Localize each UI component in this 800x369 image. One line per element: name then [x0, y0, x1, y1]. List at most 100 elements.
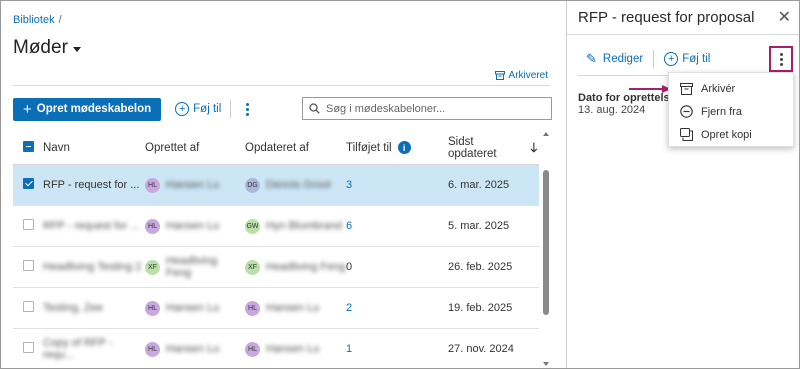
last-updated-date: 5. mar. 2025 [448, 220, 510, 232]
menu-item-label: Fjern fra [701, 105, 742, 118]
template-name[interactable]: Headliving Testing 2 [43, 261, 145, 273]
table-row[interactable]: Testing, Zee HL Hansen Lu HL Hansen Lu 2 19. f… [13, 288, 539, 329]
menu-item-remove-from[interactable]: Fjern fra [669, 100, 793, 123]
row-checkbox[interactable] [23, 178, 34, 189]
last-updated-date: 6. mar. 2025 [448, 179, 510, 191]
avatar: XF [145, 259, 160, 275]
row-checkbox[interactable] [23, 342, 34, 353]
row-checkbox[interactable] [23, 260, 34, 271]
template-name[interactable]: RFP - request for ... [43, 179, 145, 191]
added-to-count: 0 [346, 261, 353, 273]
list-toolbar: + Opret mødeskabelon + Føj til Søg i mød… [13, 97, 553, 121]
created-by-name: Headliving Feng [166, 255, 218, 279]
creation-date-value: 13. aug. 2024 [578, 104, 646, 116]
table-row[interactable]: RFP - request for ... HL Hansen Lu DG Dennis… [13, 165, 539, 206]
toolbar-divider [230, 100, 232, 118]
last-updated-date: 19. feb. 2025 [448, 302, 513, 314]
table-row[interactable]: Copy of RFP - requ... HL Hansen Lu HL Hansen… [13, 329, 539, 368]
column-header-updated-by[interactable]: Opdateret af [245, 142, 346, 154]
breadcrumb: Bibliotek / [13, 14, 62, 26]
callout-arrow-icon [629, 85, 671, 93]
creation-date-label: Dato for oprettelse [578, 92, 676, 104]
updated-by-name: Hansen Lu [266, 302, 320, 314]
avatar: HL [145, 177, 160, 193]
panel-toolbar: ✎ Rediger + Føj til [586, 48, 710, 70]
avatar: GW [245, 218, 260, 234]
avatar: XF [245, 259, 260, 275]
table-row[interactable]: RFP - request for ... HL Hansen Lu GW Hyn Bl… [13, 206, 539, 247]
table-row[interactable]: Headliving Testing 2 XF Headliving Feng XF H… [13, 247, 539, 288]
template-name[interactable]: Testing, Zee [43, 302, 145, 314]
page-title-dropdown[interactable]: Møder [13, 37, 81, 59]
plus-icon: + [23, 100, 32, 118]
created-by-name: Hansen Lu [166, 179, 220, 191]
updated-by-name: Hansen Lu [266, 343, 320, 355]
create-template-button[interactable]: + Opret mødeskabelon [13, 97, 162, 121]
sort-down-arrow-icon [530, 142, 538, 153]
templates-table: Navn Oprettet af Opdateret af Tilføjet t… [13, 131, 539, 368]
added-to-count[interactable]: 3 [346, 179, 352, 191]
template-name[interactable]: RFP - request for ... [43, 220, 145, 232]
template-name[interactable]: Copy of RFP - requ... [43, 337, 145, 361]
add-circle-icon: + [664, 52, 679, 66]
archive-icon [494, 71, 505, 80]
avatar: HL [245, 300, 260, 316]
edit-label: Rediger [602, 53, 644, 65]
add-to-label: Føj til [193, 103, 222, 115]
last-updated-date: 26. feb. 2025 [448, 261, 513, 273]
info-icon[interactable]: i [397, 141, 411, 154]
updated-by-name: Dennis Groot [266, 179, 331, 191]
added-to-count[interactable]: 1 [346, 343, 352, 355]
table-header: Navn Oprettet af Opdateret af Tilføjet t… [13, 131, 539, 165]
more-options-icon[interactable] [240, 100, 254, 118]
avatar: HL [145, 341, 160, 357]
updated-by-name: Headliving Feng [266, 261, 346, 273]
archive-icon [679, 82, 693, 96]
panel-add-to-label: Føj til [682, 53, 711, 65]
menu-item-label: Arkivér [701, 82, 736, 95]
panel-add-to-button[interactable]: + Føj til [664, 52, 710, 66]
column-header-name[interactable]: Navn [43, 142, 145, 154]
menu-item-create-copy[interactable]: Opret kopi [669, 123, 793, 146]
column-header-last-updated[interactable]: Sidst opdateret [448, 136, 538, 160]
edit-button[interactable]: ✎ Rediger [586, 51, 643, 67]
breadcrumb-separator: / [58, 14, 62, 26]
created-by-name: Hansen Lu [166, 220, 220, 232]
copy-icon [679, 128, 693, 142]
column-header-added-to[interactable]: Tilføjet til i [346, 141, 448, 154]
details-panel: RFP - request for proposal ✕ ✎ Rediger +… [566, 1, 799, 368]
row-checkbox[interactable] [23, 219, 34, 230]
header-divider [13, 85, 550, 86]
row-checkbox[interactable] [23, 301, 34, 312]
avatar: DG [245, 177, 260, 193]
close-icon[interactable]: ✕ [778, 7, 791, 27]
column-header-created-by[interactable]: Oprettet af [145, 142, 245, 154]
add-to-button[interactable]: + Føj til [175, 98, 221, 121]
app-frame: Bibliotek / Møder Arkiveret + Opret mødes… [0, 0, 800, 369]
added-to-header-label: Tilføjet til [346, 141, 392, 154]
created-by-name: Hansen Lu [166, 343, 220, 355]
remove-circle-icon [679, 105, 693, 119]
pencil-icon: ✎ [586, 51, 597, 66]
panel-more-options-button[interactable] [769, 46, 793, 72]
menu-item-label: Opret kopi [701, 128, 752, 141]
added-to-count[interactable]: 2 [346, 302, 352, 314]
search-input[interactable]: Søg i mødeskabeloner... [302, 97, 552, 120]
avatar: HL [145, 300, 160, 316]
breadcrumb-library-link[interactable]: Bibliotek [13, 14, 55, 26]
last-updated-header-label: Sidst opdateret [448, 135, 497, 160]
scroll-up-arrow-icon[interactable] [543, 132, 549, 136]
added-to-count[interactable]: 6 [346, 220, 352, 232]
created-by-name: Hansen Lu [166, 302, 220, 314]
scrollbar-thumb[interactable] [543, 170, 549, 315]
panel-toolbar-divider [653, 50, 655, 68]
archived-link[interactable]: Arkiveret [494, 70, 548, 81]
menu-item-archive[interactable]: Arkivér [669, 77, 793, 100]
caret-down-icon [72, 47, 81, 52]
create-template-label: Opret mødeskabelon [36, 103, 152, 115]
scroll-down-arrow-icon[interactable] [543, 362, 549, 366]
select-all-checkbox[interactable] [23, 140, 34, 152]
panel-title: RFP - request for proposal [578, 9, 755, 26]
more-options-icon [774, 50, 788, 68]
last-updated-date: 27. nov. 2024 [448, 343, 514, 355]
